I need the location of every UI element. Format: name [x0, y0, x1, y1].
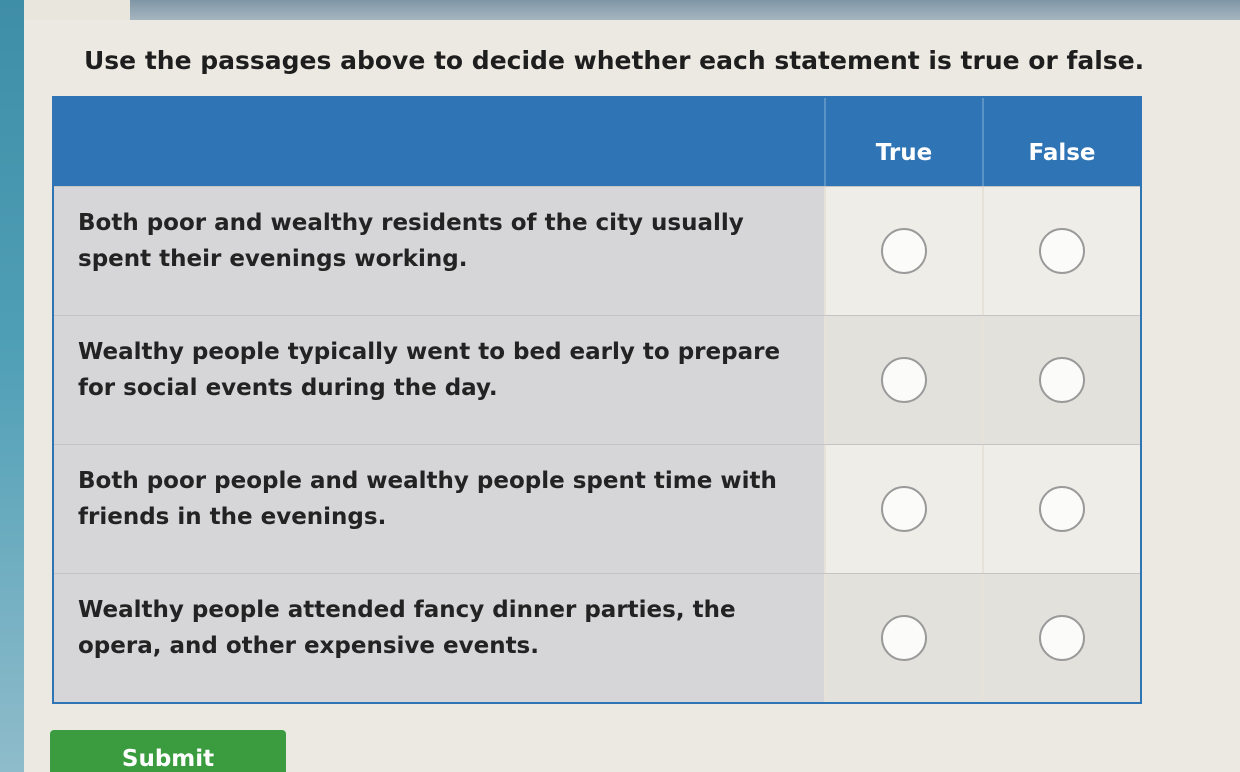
- true-cell: [824, 445, 982, 573]
- false-cell: [982, 445, 1140, 573]
- false-cell: [982, 316, 1140, 444]
- true-radio-button[interactable]: [881, 357, 927, 403]
- window-edge: [0, 0, 24, 772]
- false-cell: [982, 574, 1140, 702]
- false-cell: [982, 187, 1140, 315]
- table-row: Wealthy people typically went to bed ear…: [54, 315, 1140, 444]
- false-radio-button[interactable]: [1039, 228, 1085, 274]
- statement-text: Wealthy people attended fancy dinner par…: [54, 574, 824, 702]
- true-radio-button[interactable]: [881, 486, 927, 532]
- statement-text: Both poor and wealthy residents of the c…: [54, 187, 824, 315]
- table-header: True False: [54, 98, 1140, 186]
- true-radio-button[interactable]: [881, 615, 927, 661]
- statement-text: Both poor people and wealthy people spen…: [54, 445, 824, 573]
- table-row: Wealthy people attended fancy dinner par…: [54, 573, 1140, 702]
- false-radio-button[interactable]: [1039, 486, 1085, 532]
- instruction-text: Use the passages above to decide whether…: [84, 46, 1145, 75]
- true-column-header: True: [824, 98, 982, 186]
- statement-column-header: [54, 98, 824, 186]
- false-radio-button[interactable]: [1039, 615, 1085, 661]
- true-cell: [824, 316, 982, 444]
- table-row: Both poor and wealthy residents of the c…: [54, 186, 1140, 315]
- true-false-table: True False Both poor and wealthy residen…: [52, 96, 1142, 704]
- true-cell: [824, 187, 982, 315]
- true-cell: [824, 574, 982, 702]
- true-radio-button[interactable]: [881, 228, 927, 274]
- statement-text: Wealthy people typically went to bed ear…: [54, 316, 824, 444]
- submit-button[interactable]: Submit: [50, 730, 286, 772]
- table-row: Both poor people and wealthy people spen…: [54, 444, 1140, 573]
- false-column-header: False: [982, 98, 1140, 186]
- false-radio-button[interactable]: [1039, 357, 1085, 403]
